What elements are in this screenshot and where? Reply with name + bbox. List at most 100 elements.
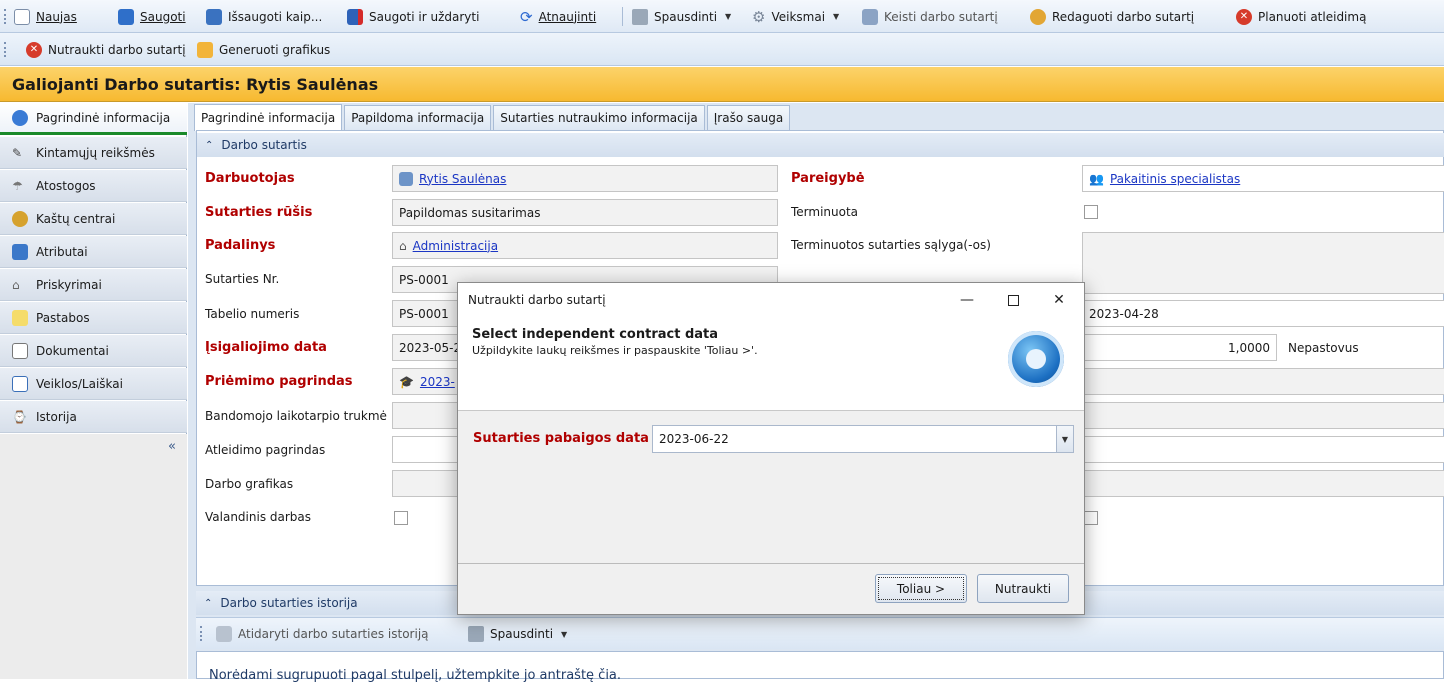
hire-basis-link[interactable]: 2023-: [420, 375, 455, 389]
refresh-button[interactable]: ⟳ Atnaujinti: [520, 0, 596, 33]
save-close-button[interactable]: Saugoti ir uždaryti: [347, 0, 479, 33]
pencil-icon: ✎: [12, 145, 23, 160]
toolbar-grip[interactable]: [4, 9, 7, 24]
new-button[interactable]: Naujas: [14, 0, 77, 33]
history-print-dropdown[interactable]: Spausdinti ▼: [468, 618, 567, 650]
effective-date-label: Įsigaliojimo data: [205, 340, 327, 355]
fixed-term-conditions-field[interactable]: [1082, 232, 1444, 294]
end-date-dropdown-button[interactable]: ▼: [1056, 426, 1073, 452]
calendar-icon: [197, 41, 213, 58]
toolbar-grip[interactable]: [4, 42, 7, 57]
gear-icon: ⚙: [752, 7, 766, 26]
toolbar-grip[interactable]: [200, 626, 203, 641]
sidebar-item-variables[interactable]: ✎ Kintamųjų reikšmės: [0, 137, 187, 169]
next-button[interactable]: Toliau >: [875, 574, 967, 603]
tab-additional-info[interactable]: Papildoma informacija: [344, 105, 492, 130]
right-field-7[interactable]: [1082, 368, 1444, 395]
terminate-contract-button[interactable]: ✕ Nutraukti darbo sutartį: [26, 33, 186, 66]
dialog-subheading: Užpildykite laukų reikšmes ir paspauskit…: [472, 344, 758, 357]
position-field[interactable]: 👥 Pakaitinis specialistas: [1082, 165, 1444, 192]
edit-contract-icon: [1030, 8, 1046, 25]
sidebar-item-cost-centers[interactable]: Kaštų centrai: [0, 203, 187, 235]
department-link[interactable]: Administracija: [413, 239, 498, 253]
dialog-heading: Select independent contract data: [472, 327, 719, 342]
hourly-label: Valandinis darbas: [205, 510, 312, 524]
end-date-input[interactable]: 2023-06-22: [652, 425, 1074, 453]
contract-type-field[interactable]: Papildomas susitarimas: [392, 199, 778, 226]
fixed-term-conditions-label: Terminuotos sutarties sąlyga(-os): [791, 238, 991, 252]
save-button[interactable]: Saugoti: [118, 0, 186, 33]
fixed-term-checkbox[interactable]: [1084, 205, 1098, 219]
department-field[interactable]: ⌂ Administracija: [392, 232, 778, 259]
tab-strip: Pagrindinė informacija Papildoma informa…: [194, 104, 792, 131]
rate-type-label: Nepastovus: [1288, 341, 1359, 355]
main-toolbar: Naujas Saugoti Išsaugoti kaip... Saugoti…: [0, 0, 1444, 33]
sidebar: Pagrindinė informacija ✎ Kintamųjų reikš…: [0, 103, 187, 679]
sidebar-item-documents[interactable]: Dokumentai: [0, 335, 187, 367]
position-link[interactable]: Pakaitinis specialistas: [1110, 172, 1240, 186]
sidebar-item-notes[interactable]: Pastabos: [0, 302, 187, 334]
sidebar-item-assignments[interactable]: ⌂ Priskyrimai: [0, 269, 187, 301]
dialog-header: Select independent contract data Užpildy…: [458, 317, 1084, 411]
sidebar-item-attributes[interactable]: Atributai: [0, 236, 187, 268]
group-by-hint: Norėdami sugrupuoti pagal stulpelį, užte…: [209, 668, 622, 683]
right-date-field[interactable]: 2023-04-28: [1082, 300, 1444, 327]
actions-dropdown[interactable]: ⚙ Veiksmai ▼: [752, 0, 839, 33]
terminate-contract-dialog: Nutraukti darbo sutartį — ✕ Select indep…: [457, 282, 1085, 615]
save-as-button[interactable]: Išsaugoti kaip...: [206, 0, 322, 33]
tabel-label: Tabelio numeris: [205, 307, 300, 321]
right-field-9[interactable]: [1082, 436, 1444, 463]
department-label: Padalinys: [205, 238, 276, 253]
umbrella-icon: ☂: [12, 178, 23, 193]
sidebar-item-history[interactable]: ⌚ Istorija: [0, 401, 187, 433]
edit-contract-button[interactable]: Redaguoti darbo sutartį: [1030, 0, 1194, 33]
employee-link[interactable]: Rytis Saulėnas: [419, 172, 506, 186]
print-dropdown[interactable]: Spausdinti ▼: [632, 0, 731, 33]
minimize-icon: —: [960, 292, 974, 308]
sidebar-item-activities[interactable]: Veiklos/Laiškai: [0, 368, 187, 400]
plan-dismissal-button[interactable]: ✕ Planuoti atleidimą: [1236, 0, 1366, 33]
close-button[interactable]: ✕: [1036, 283, 1082, 317]
right-field-10[interactable]: [1082, 470, 1444, 497]
building-icon: ⌂: [12, 277, 20, 292]
fixed-term-label: Terminuota: [791, 205, 859, 219]
sidebar-item-main-info[interactable]: Pagrindinė informacija: [0, 103, 187, 135]
schedule-label: Darbo grafikas: [205, 477, 294, 491]
history-grid[interactable]: Norėdami sugrupuoti pagal stulpelį, užte…: [196, 651, 1444, 683]
position-label: Pareigybė: [791, 171, 865, 186]
right-checkbox[interactable]: [1084, 511, 1098, 525]
contract-group-header[interactable]: ⌃ Darbo sutartis: [197, 133, 1444, 157]
history-toolbar: Atidaryti darbo sutarties istoriją Spaus…: [196, 617, 1444, 649]
maximize-button[interactable]: [990, 283, 1036, 317]
database-icon: [12, 109, 28, 126]
graduation-cap-icon: 🎓: [399, 374, 414, 389]
gear-wizard-icon: [1008, 331, 1064, 387]
save-close-icon: [347, 8, 363, 25]
collapse-sidebar-button[interactable]: «: [168, 439, 176, 454]
history-icon: ⌚: [12, 409, 27, 424]
end-date-value: 2023-06-22: [659, 432, 729, 446]
rate-field[interactable]: 1,0000: [1082, 334, 1277, 361]
generate-schedules-button[interactable]: Generuoti grafikus: [197, 33, 330, 66]
sidebar-empty-area: [0, 434, 187, 679]
change-contract-icon: [862, 8, 878, 25]
cancel-button[interactable]: Nutraukti: [977, 574, 1069, 603]
hourly-checkbox[interactable]: [394, 511, 408, 525]
money-bag-icon: [12, 210, 28, 227]
employee-field[interactable]: Rytis Saulėnas: [392, 165, 778, 192]
right-field-8[interactable]: [1082, 402, 1444, 429]
open-history-button[interactable]: Atidaryti darbo sutarties istoriją: [216, 618, 429, 650]
people-icon: 👥: [1089, 171, 1104, 186]
tab-record-security[interactable]: Įrašo sauga: [706, 105, 791, 130]
tab-main-info[interactable]: Pagrindinė informacija: [194, 104, 343, 131]
change-contract-button[interactable]: Keisti darbo sutartį: [862, 0, 998, 33]
tab-termination-info[interactable]: Sutarties nutraukimo informacija: [493, 105, 705, 130]
sidebar-item-vacations[interactable]: ☂ Atostogos: [0, 170, 187, 202]
page-title: Galiojanti Darbo sutartis: Rytis Saulėna…: [0, 67, 1444, 102]
minimize-button[interactable]: —: [944, 283, 990, 317]
contract-type-label: Sutarties rūšis: [205, 205, 313, 220]
toolbar-separator: [622, 7, 623, 26]
cancel-circle-icon: ✕: [26, 41, 42, 58]
dismissal-basis-label: Atleidimo pagrindas: [205, 443, 326, 457]
mail-icon: [12, 375, 28, 392]
